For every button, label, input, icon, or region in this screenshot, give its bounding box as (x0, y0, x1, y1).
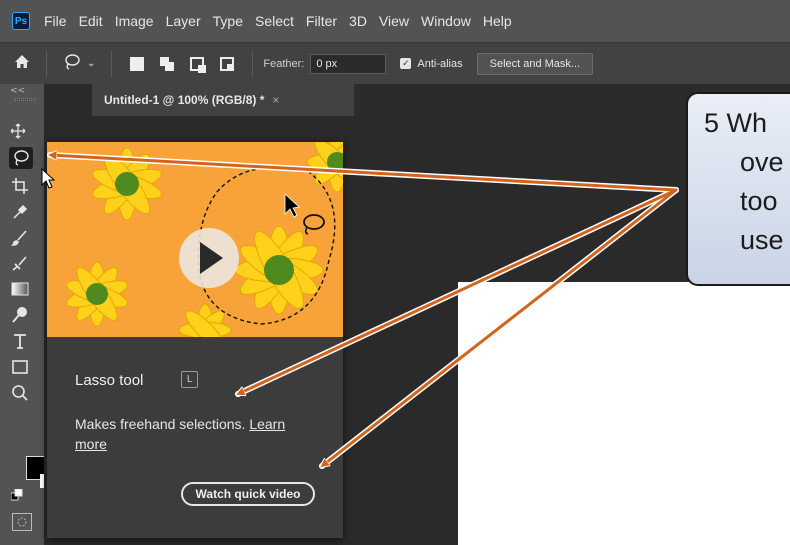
zoom-icon (12, 385, 28, 401)
menu-type[interactable]: Type (213, 13, 243, 29)
callout-line-4: use (740, 225, 784, 255)
options-bar: ⌄ Feather: 0 px ✓ Anti-alias Select and … (0, 42, 790, 84)
menu-file[interactable]: File (44, 13, 67, 29)
description-text: Makes freehand selections. (75, 416, 246, 432)
menu-help[interactable]: Help (483, 13, 512, 29)
lasso-tool[interactable] (9, 147, 33, 169)
brush-icon (11, 230, 27, 246)
tooltip-description: Makes freehand selections. Learn more (75, 414, 315, 454)
swap-colors-icon[interactable] (11, 489, 23, 501)
gradient-icon (11, 282, 29, 296)
menu-image[interactable]: Image (115, 13, 154, 29)
separator (111, 50, 113, 77)
toolbar-grip[interactable] (14, 98, 36, 101)
intersect-selection-icon[interactable] (220, 56, 235, 71)
callout-text: 5 Wh ove too use (704, 104, 784, 260)
watch-quick-video-button[interactable]: Watch quick video (181, 482, 315, 506)
cursor-icon (41, 168, 55, 189)
document-tab-bar: Untitled-1 @ 100% (RGB/8) * × (44, 84, 790, 116)
type-tool[interactable] (8, 330, 32, 352)
menu-filter[interactable]: Filter (306, 13, 337, 29)
rectangle-tool[interactable] (8, 356, 32, 378)
menu-layer[interactable]: Layer (166, 13, 201, 29)
shortcut-badge: L (181, 371, 198, 388)
move-icon (10, 123, 26, 139)
clone-stamp-icon (12, 256, 27, 271)
document-tab[interactable]: Untitled-1 @ 100% (RGB/8) * × (92, 84, 354, 116)
tool-preview-image[interactable] (47, 142, 343, 337)
type-icon (14, 334, 26, 349)
close-icon[interactable]: × (272, 93, 279, 107)
crop-tool[interactable] (8, 175, 32, 197)
select-and-mask-button[interactable]: Select and Mask... (476, 52, 594, 75)
feather-label: Feather: (263, 57, 305, 70)
menu-3d[interactable]: 3D (349, 13, 367, 29)
callout-line-2: ove (740, 147, 784, 177)
subtract-selection-icon[interactable] (190, 56, 207, 73)
menu-edit[interactable]: Edit (79, 13, 103, 29)
tooltip-title: Lasso tool (75, 372, 144, 389)
clone-stamp-tool[interactable] (8, 253, 32, 275)
menu-bar: Ps File Edit Image Layer Type Select Fil… (0, 0, 790, 42)
lasso-icon (14, 150, 29, 166)
gradient-tool[interactable] (8, 278, 32, 300)
crop-icon (12, 178, 28, 194)
checkbox-icon[interactable]: ✓ (400, 58, 412, 69)
eyedropper-icon (13, 204, 28, 219)
callout-line-3: too (740, 186, 778, 216)
quick-mask-icon[interactable] (12, 513, 32, 531)
rich-tooltip: Lasso tool L Makes freehand selections. … (47, 142, 343, 538)
dodge-tool[interactable] (8, 304, 32, 326)
instruction-callout: 5 Wh ove too use (686, 92, 790, 286)
chevron-down-icon[interactable]: ⌄ (87, 58, 95, 69)
separator (252, 50, 254, 77)
lasso-icon[interactable] (63, 53, 81, 75)
ps-logo: Ps (12, 12, 30, 30)
eyedropper-tool[interactable] (8, 201, 32, 223)
menu-window[interactable]: Window (421, 13, 471, 29)
separator (46, 50, 47, 77)
menu-view[interactable]: View (379, 13, 409, 29)
canvas[interactable] (458, 282, 790, 545)
new-selection-icon[interactable] (130, 56, 145, 71)
dodge-icon (12, 307, 27, 323)
collapse-toolbar-button[interactable]: << (10, 86, 25, 96)
add-selection-icon[interactable] (160, 56, 175, 71)
menu-select[interactable]: Select (255, 13, 294, 29)
callout-line-1: 5 Wh (704, 108, 768, 138)
zoom-tool[interactable] (8, 382, 32, 404)
move-tool[interactable] (6, 120, 30, 142)
antialias-label: Anti-alias (417, 57, 463, 70)
brush-tool[interactable] (8, 227, 32, 249)
document-tab-title: Untitled-1 @ 100% (RGB/8) * (104, 93, 265, 107)
feather-input[interactable]: 0 px (310, 53, 387, 74)
home-icon[interactable] (14, 54, 30, 73)
rectangle-icon (12, 360, 28, 374)
